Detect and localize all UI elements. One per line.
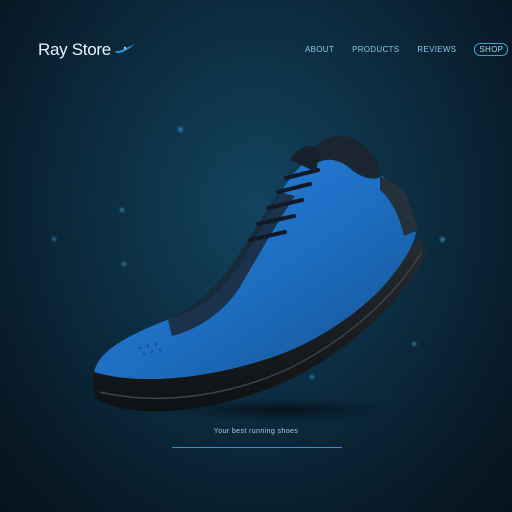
brand-name: Ray Store <box>38 40 111 59</box>
main-nav: ABOUT PRODUCTS REVIEWS SHOP <box>305 43 509 56</box>
brand-logo[interactable]: Ray Store <box>38 40 136 60</box>
nav-item-shop[interactable]: SHOP <box>474 43 509 56</box>
sparkle-dot <box>440 237 445 242</box>
nav-item-products[interactable]: PRODUCTS <box>352 45 399 54</box>
hero-tagline: Your best running shoes <box>213 428 299 435</box>
hero-shoe-image[interactable] <box>80 120 430 420</box>
nav-item-reviews[interactable]: REVIEWS <box>417 45 456 54</box>
landing-page: Ray Store ABOUT PRODUCTS REVIEWS SHOP Yo… <box>0 0 512 512</box>
tagline-underline <box>172 447 342 448</box>
site-header: Ray Store ABOUT PRODUCTS REVIEWS SHOP <box>0 0 512 80</box>
swoosh-icon <box>114 44 135 53</box>
nav-item-about[interactable]: ABOUT <box>305 45 334 54</box>
sparkle-dot <box>52 237 56 241</box>
